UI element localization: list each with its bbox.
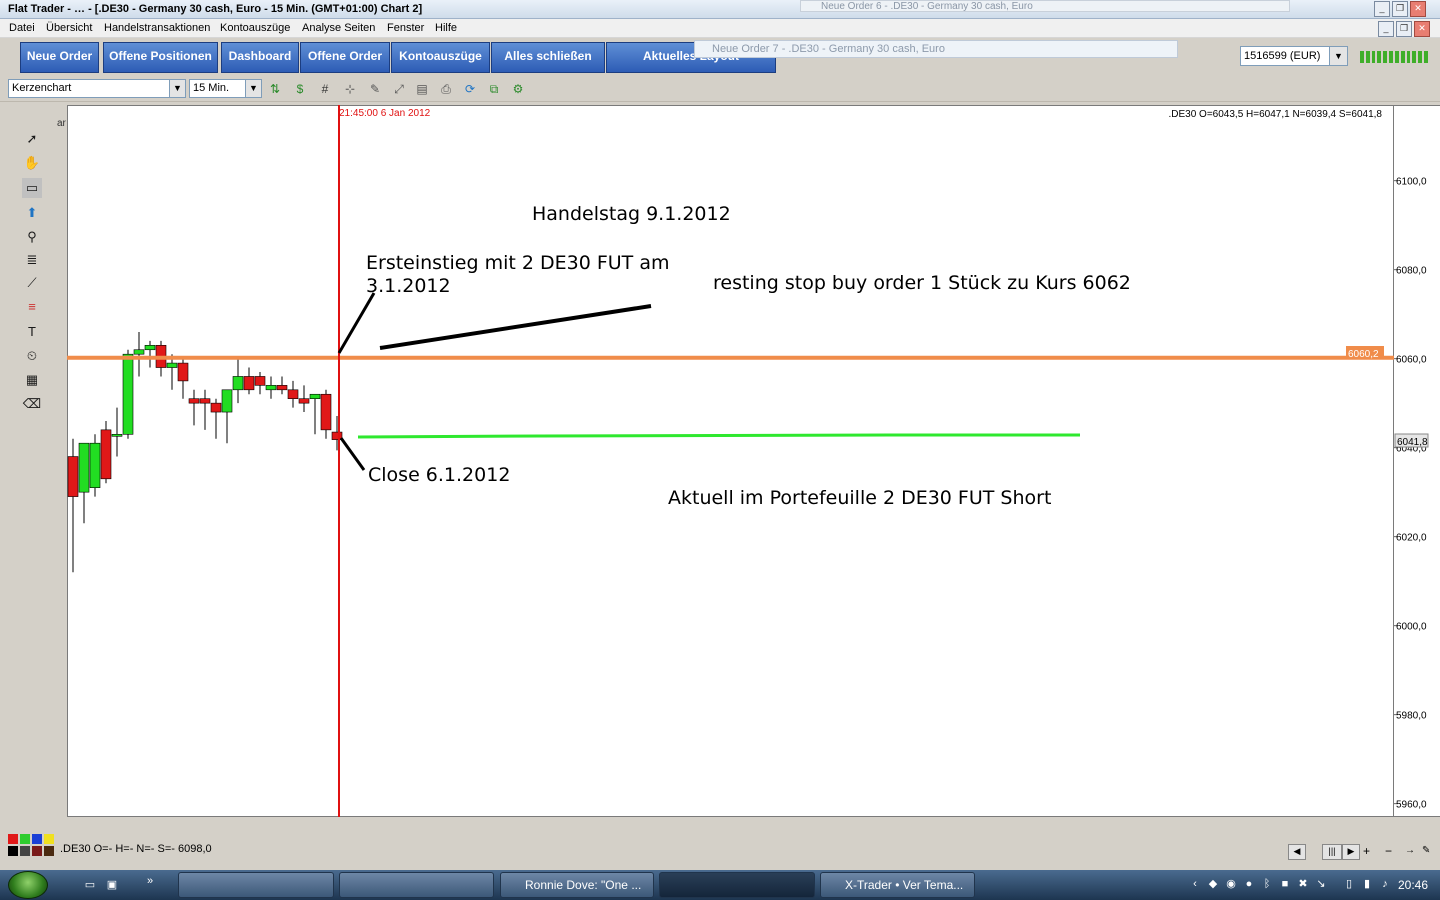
candle-body — [122, 353, 134, 435]
ohlc-info: .DE30 O=6043,5 H=6047,1 N=6039,4 S=6041,… — [1168, 109, 1382, 120]
tray-network-icon[interactable]: ▮ — [1360, 877, 1374, 891]
tray-green-icon[interactable]: ● — [1242, 877, 1256, 891]
status-text: .DE30 O=- H=- N=- S=- 6098,0 — [60, 843, 212, 855]
tray-volume-icon[interactable]: ♪ — [1378, 877, 1392, 891]
color-green[interactable] — [20, 834, 30, 844]
candle-body — [166, 362, 178, 368]
y-tick-label: 5960,0 — [1396, 800, 1427, 811]
quicklaunch-more-icon[interactable]: » — [143, 874, 157, 888]
status-bar: .DE30 O=- H=- N=- S=- 6098,0 — [57, 842, 1440, 858]
candle-body — [89, 442, 101, 489]
color-yellow[interactable] — [44, 834, 54, 844]
tray-chrome-icon[interactable]: ◉ — [1224, 877, 1238, 891]
color-dark-gray[interactable] — [20, 846, 30, 856]
annotation-portfolio: Aktuell im Portefeuille 2 DE30 FUT Short — [668, 487, 1051, 509]
task-ronnie-dove-label: Ronnie Dove: "One ... — [525, 878, 642, 892]
candle-body — [188, 398, 200, 404]
y-tick-label: 5980,0 — [1396, 711, 1427, 722]
jump-end-icon[interactable]: → — [1405, 844, 1419, 858]
candlestick-chart: 6100,06080,06060,06040,06020,06000,05980… — [67, 105, 1429, 817]
candle-body — [67, 456, 79, 497]
start-button[interactable] — [8, 871, 48, 899]
color-black[interactable] — [8, 846, 18, 856]
cursor-time-label: 21:45:00 6 Jan 2012 — [339, 108, 431, 119]
show-desktop-icon[interactable]: ▭ — [82, 878, 98, 892]
candle-body — [298, 398, 310, 404]
y-tick-label: 6020,0 — [1396, 533, 1427, 544]
tray-expand-icon[interactable]: ‹ — [1188, 877, 1202, 891]
close-arrow — [339, 437, 366, 471]
candle-body — [254, 376, 266, 386]
position-line — [357, 433, 1080, 439]
chart-scroll-controls: ◀ ||| ▶ + − → ✎ — [1288, 844, 1438, 860]
candle-body — [210, 402, 222, 413]
color-red[interactable] — [8, 834, 18, 844]
tray-arrow-icon[interactable]: ↘ — [1314, 877, 1328, 891]
quicklaunch-icon[interactable]: ▣ — [104, 878, 120, 892]
candle-body — [100, 429, 112, 480]
task-hidden-2[interactable] — [339, 872, 494, 898]
color-brown[interactable] — [44, 846, 54, 856]
color-maroon[interactable] — [32, 846, 42, 856]
current-price-label: 6041,8 — [1397, 437, 1428, 448]
pin-icon[interactable]: ✎ — [1422, 844, 1436, 858]
task-ronnie-dove[interactable]: Ronnie Dove: "One ... — [500, 872, 654, 898]
tray-app-icon[interactable]: ■ — [1278, 877, 1292, 891]
task-x-trader[interactable]: X-Trader • Ver Tema... — [820, 872, 975, 898]
scroll-left-icon[interactable]: ◀ — [1288, 844, 1306, 860]
clock: 20:46 — [1398, 878, 1429, 892]
candle-body — [243, 376, 255, 391]
scroll-thumb[interactable]: ||| — [1322, 844, 1342, 860]
y-tick-label: 6060,0 — [1396, 355, 1427, 366]
candle-body — [265, 385, 277, 391]
y-tick-label: 6080,0 — [1396, 266, 1427, 277]
annotation-resting-order: resting stop buy order 1 Stück zu Kurs 6… — [713, 272, 1131, 294]
tray-bluetooth-icon[interactable]: ᛒ — [1260, 877, 1274, 891]
task-hidden-1[interactable] — [178, 872, 334, 898]
candle-body — [232, 376, 244, 391]
candle-body — [177, 362, 189, 382]
entry-arrow — [337, 292, 376, 354]
tray-dropbox-icon[interactable]: ◆ — [1206, 877, 1220, 891]
candle-body — [199, 398, 211, 404]
candle-body — [221, 389, 233, 413]
scroll-right-icon[interactable]: ▶ — [1342, 844, 1360, 860]
y-tick-label: 6000,0 — [1396, 622, 1427, 633]
color-palette[interactable] — [8, 834, 56, 856]
candle-body — [287, 389, 299, 399]
annotation-entry: Ersteinstieg mit 2 DE30 FUT am — [366, 252, 669, 274]
zoom-in-icon[interactable]: − — [1385, 844, 1399, 858]
candle-body — [111, 433, 123, 437]
candle-body — [276, 385, 288, 391]
candle-body — [133, 349, 145, 355]
zoom-out-icon[interactable]: + — [1363, 844, 1377, 858]
candle-body — [320, 393, 332, 431]
task-flat-trader[interactable] — [659, 872, 815, 898]
annotation-close: Close 6.1.2012 — [368, 464, 510, 486]
candle-body — [309, 393, 321, 399]
orange-line-label: 6060,2 — [1348, 349, 1379, 360]
candle-body — [78, 442, 90, 493]
candle-body — [144, 344, 156, 351]
tray-antivirus-icon[interactable]: ✖ — [1296, 877, 1310, 891]
tray-device-icon[interactable]: ▯ — [1342, 877, 1356, 891]
resting-arrow — [379, 304, 652, 350]
color-blue[interactable] — [32, 834, 42, 844]
task-x-trader-label: X-Trader • Ver Tema... — [845, 878, 964, 892]
annotation-entry-date: 3.1.2012 — [366, 275, 451, 297]
annotation-day: Handelstag 9.1.2012 — [532, 203, 731, 225]
y-tick-label: 6100,0 — [1396, 177, 1427, 188]
